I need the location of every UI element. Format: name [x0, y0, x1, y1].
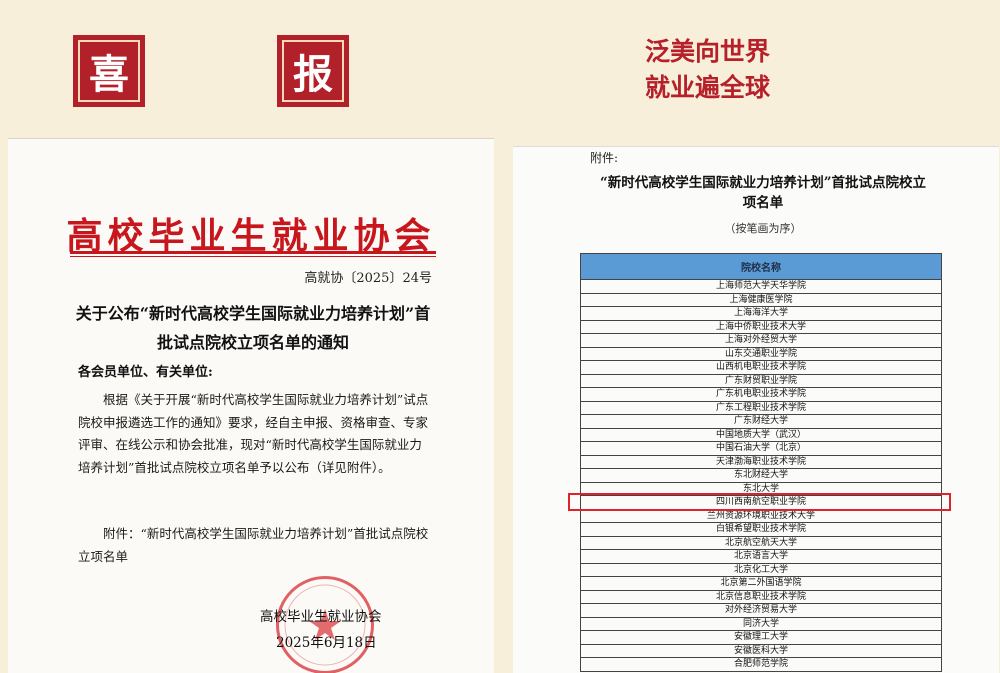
- school-name: 北京化工大学: [580, 562, 942, 577]
- badge-bao: 报: [277, 35, 349, 107]
- school-name: 北京航空航天大学: [580, 535, 942, 550]
- table-row: 同济大学: [580, 616, 942, 631]
- school-name: 上海健康医学院: [580, 292, 942, 307]
- table-row: 上海健康医学院: [580, 292, 942, 307]
- table-row: 对外经济贸易大学: [580, 603, 942, 618]
- school-name: 上海海洋大学: [580, 306, 942, 321]
- school-name: 山东交通职业学院: [580, 346, 942, 361]
- school-list-document: 附件: “新时代高校学生国际就业力培养计划”首批试点院校立 项名单 （按笔画为序…: [513, 146, 999, 673]
- table-row: 合肥师范学院: [580, 657, 942, 672]
- table-row: 上海海洋大学: [580, 306, 942, 321]
- table-row: 北京化工大学: [580, 562, 942, 577]
- table-header-row: 院校名称: [580, 253, 942, 280]
- badge-xi-char: 喜: [78, 40, 140, 102]
- table-row: 天津渤海职业技术学院: [580, 454, 942, 469]
- attachment-label: 附件:: [590, 151, 619, 165]
- school-name: 广东财贸职业学院: [580, 373, 942, 388]
- signer: 高校毕业生就业协会: [260, 609, 382, 625]
- school-name: 上海对外经贸大学: [580, 333, 942, 348]
- table-row: 北京第二外国语学院: [580, 576, 942, 591]
- red-rule-thick: [70, 251, 436, 254]
- table-row: 广东工程职业技术学院: [580, 400, 942, 415]
- school-name: 安徽理工大学: [580, 630, 942, 645]
- seal-star-icon: [284, 584, 366, 666]
- table-row: 白银希望职业技术学院: [580, 522, 942, 537]
- school-name: 东北财经大学: [580, 468, 942, 483]
- school-name: 上海师范大学天华学院: [580, 279, 942, 294]
- school-table: 院校名称 上海师范大学天华学院 上海健康医学院 上海海洋大学 上海中侨职业技术大学 上海…: [580, 253, 942, 672]
- list-title-line-2: 项名单: [742, 195, 784, 211]
- table-row: 上海师范大学天华学院: [580, 279, 942, 294]
- table-row: 上海中侨职业技术大学: [580, 319, 942, 334]
- table-row: 安徽医科大学: [580, 643, 942, 658]
- notice-attachment: 附件：“新时代高校学生国际就业力培养计划”首批试点院校立项名单: [78, 526, 429, 564]
- school-name: 中国石油大学（北京）: [580, 441, 942, 456]
- slogan: 泛美向世界 就业遍全球: [600, 34, 815, 106]
- school-name: 兰州资源环境职业技术大学: [580, 508, 942, 523]
- slogan-line-2: 就业遍全球: [644, 73, 770, 102]
- table-row: 广东财经大学: [580, 414, 942, 429]
- school-name: 天津渤海职业技术学院: [580, 454, 942, 469]
- table-row: 广东机电职业技术学院: [580, 387, 942, 402]
- school-name: 中国地质大学（武汉）: [580, 427, 942, 442]
- slogan-line-1: 泛美向世界: [644, 37, 770, 66]
- school-name: 白银希望职业技术学院: [580, 522, 942, 537]
- table-row: 安徽理工大学: [580, 630, 942, 645]
- notice-body: 根据《关于开展“新时代高校学生国际就业力培养计划”试点院校申报遴选工作的通知》要…: [78, 392, 429, 475]
- sign-date: 2025年6月18日: [276, 635, 377, 651]
- recipient: 各会员单位、有关单位:: [78, 365, 213, 380]
- red-rule-thin: [70, 256, 436, 257]
- table-row: 北京航空航天大学: [580, 535, 942, 550]
- school-rows: 上海师范大学天华学院 上海健康医学院 上海海洋大学 上海中侨职业技术大学 上海对外经贸大…: [580, 279, 942, 672]
- school-name: 北京信息职业技术学院: [580, 589, 942, 604]
- notice-title: 关于公布“新时代高校学生国际就业力培养计划”首批试点院校立项名单的通知: [75, 304, 431, 352]
- school-name: 同济大学: [580, 616, 942, 631]
- table-row: 山东交通职业学院: [580, 346, 942, 361]
- school-name: 广东机电职业技术学院: [580, 387, 942, 402]
- school-name: 北京语言大学: [580, 549, 942, 564]
- school-name: 对外经济贸易大学: [580, 603, 942, 618]
- column-header: 院校名称: [580, 253, 942, 280]
- school-name: 安徽医科大学: [580, 643, 942, 658]
- list-title: “新时代高校学生国际就业力培养计划”首批试点院校立 项名单: [573, 173, 953, 213]
- school-name: 上海中侨职业技术大学: [580, 319, 942, 334]
- school-name: 合肥师范学院: [580, 657, 942, 672]
- doc-number: 高就协〔2025〕24号: [304, 271, 432, 286]
- table-row: 上海对外经贸大学: [580, 333, 942, 348]
- list-title-line-1: “新时代高校学生国际就业力培养计划”首批试点院校立: [599, 175, 927, 191]
- notice-document: 高校毕业生就业协会 高就协〔2025〕24号 关于公布“新时代高校学生国际就业力…: [8, 138, 494, 673]
- badge-xi: 喜: [73, 35, 145, 107]
- school-name: 广东工程职业技术学院: [580, 400, 942, 415]
- table-row: 中国石油大学（北京）: [580, 441, 942, 456]
- school-name: 北京第二外国语学院: [580, 576, 942, 591]
- badge-bao-char: 报: [282, 40, 344, 102]
- school-name: 广东财经大学: [580, 414, 942, 429]
- school-name: 山西机电职业技术学院: [580, 360, 942, 375]
- table-row: 兰州资源环境职业技术大学: [580, 508, 942, 523]
- table-row: 中国地质大学（武汉）: [580, 427, 942, 442]
- table-row: 广东财贸职业学院: [580, 373, 942, 388]
- table-row: 山西机电职业技术学院: [580, 360, 942, 375]
- table-row: 东北财经大学: [580, 468, 942, 483]
- list-order-note: （按笔画为序）: [724, 222, 802, 235]
- table-row: 北京语言大学: [580, 549, 942, 564]
- table-row: 北京信息职业技术学院: [580, 589, 942, 604]
- highlight-box: [568, 493, 951, 511]
